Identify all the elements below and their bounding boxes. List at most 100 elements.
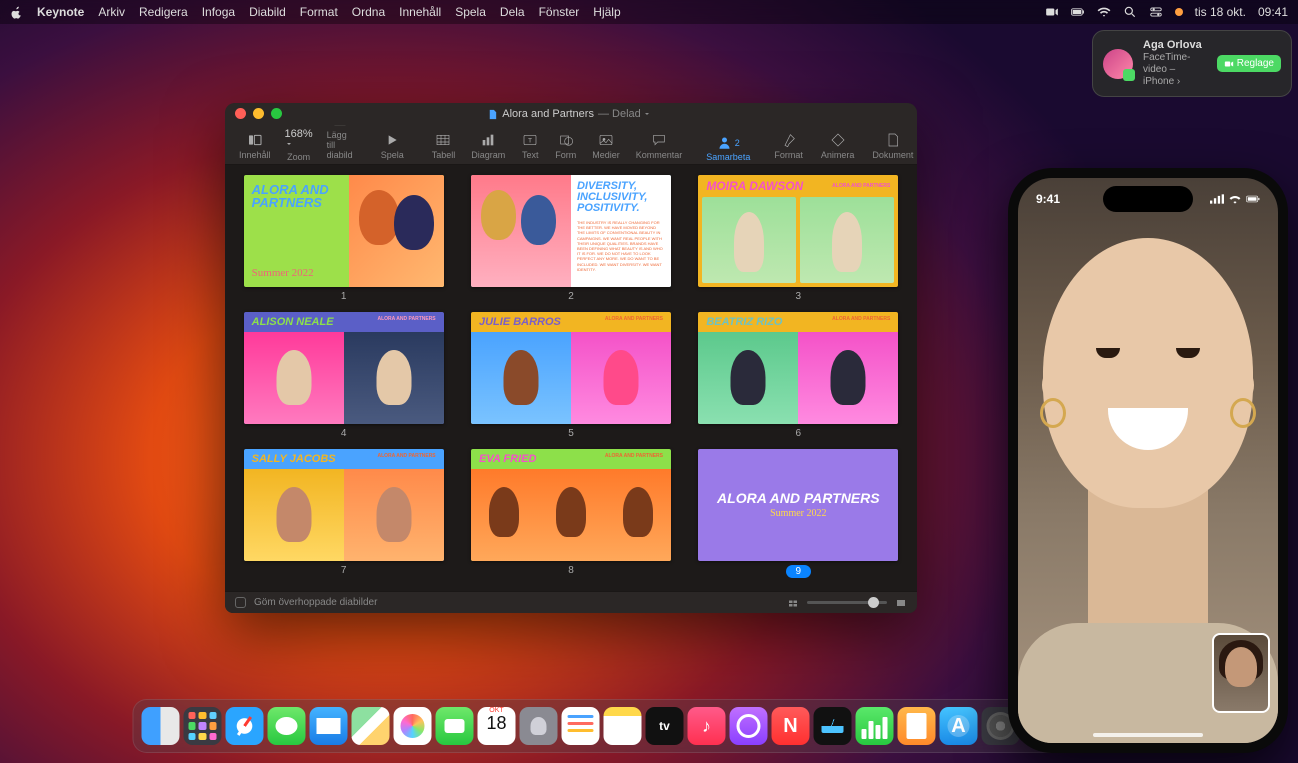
search-icon[interactable] (1123, 5, 1137, 19)
notification-sub: FaceTime-video – iPhone (1143, 52, 1190, 87)
menu-arkiv[interactable]: Arkiv (98, 5, 125, 19)
window-close-button[interactable] (235, 108, 246, 119)
toolbar-chart[interactable]: Diagram (467, 130, 509, 162)
toolbar-animate[interactable]: Animera (817, 130, 859, 162)
skip-label: Göm överhoppade diabilder (254, 597, 377, 608)
toolbar-view[interactable]: Innehåll (235, 130, 275, 162)
iphone-device: 9:41 (1008, 168, 1288, 753)
dock-calendar[interactable]: OKT18 (478, 707, 516, 745)
toolbar-shape[interactable]: Form (551, 130, 580, 162)
dock-mail[interactable] (310, 707, 348, 745)
thumb-small-icon[interactable] (787, 597, 799, 609)
slide-number: 2 (568, 291, 574, 302)
keynote-doc-icon (487, 109, 498, 120)
play-icon (383, 132, 401, 148)
toolbar-media[interactable]: Medier (588, 130, 624, 162)
toolbar-comment[interactable]: Kommentar (632, 130, 687, 162)
toolbar: Innehåll 168% Zoom Lägg till diabild Spe… (225, 125, 917, 165)
menu-app[interactable]: Keynote (37, 5, 84, 19)
dock-stocks[interactable] (814, 707, 852, 745)
skip-checkbox[interactable] (235, 597, 246, 608)
slide-thumbnail[interactable]: BEATRIZ RIZOALORA AND PARTNERS (698, 312, 898, 424)
dock-notes[interactable] (604, 707, 642, 745)
notification-dot-icon (1175, 8, 1183, 16)
shape-icon (557, 132, 575, 148)
window-minimize-button[interactable] (253, 108, 264, 119)
dynamic-island (1103, 186, 1193, 212)
window-maximize-button[interactable] (271, 108, 282, 119)
shared-label[interactable]: Delad (612, 108, 641, 120)
dock-pages[interactable] (898, 707, 936, 745)
slide-thumbnail[interactable]: EVA FRIEDALORA AND PARTNERS (471, 449, 671, 561)
dock-tv[interactable]: tv (646, 707, 684, 745)
battery-icon (1246, 194, 1260, 204)
dock-appstore[interactable] (940, 707, 978, 745)
slide-thumbnail[interactable]: ALORA AND PARTNERSSummer 2022 (244, 175, 444, 287)
dock-maps[interactable] (352, 707, 390, 745)
menu-redigera[interactable]: Redigera (139, 5, 188, 19)
toolbar-collaborate[interactable]: 2 Samarbeta (706, 135, 750, 162)
wifi-icon[interactable] (1097, 5, 1111, 19)
slide-number-selected: 9 (786, 565, 812, 578)
dock-reminders[interactable] (562, 707, 600, 745)
dock-news[interactable]: N (772, 707, 810, 745)
control-center-icon[interactable] (1149, 5, 1163, 19)
toolbar-document[interactable]: Dokument (868, 130, 917, 162)
view-icon (246, 132, 264, 148)
slide-thumbnail[interactable]: DIVERSITY, INCLUSIVITY, POSITIVITY.THE I… (471, 175, 671, 287)
home-indicator[interactable] (1093, 733, 1203, 737)
menu-ordna[interactable]: Ordna (352, 5, 385, 19)
menu-format[interactable]: Format (300, 5, 338, 19)
toolbar-play[interactable]: Spela (377, 130, 408, 162)
slide-thumbnail[interactable]: JULIE BARROSALORA AND PARTNERS (471, 312, 671, 424)
toolbar-text[interactable]: T Text (517, 130, 543, 162)
slide-number: 1 (341, 291, 347, 302)
zoom-select[interactable]: 168% (285, 128, 313, 150)
battery-icon[interactable] (1071, 5, 1085, 19)
dock-facetime[interactable] (436, 707, 474, 745)
person-icon (717, 135, 732, 150)
dock-numbers[interactable] (856, 707, 894, 745)
toolbar-table[interactable]: Tabell (428, 130, 460, 162)
apple-logo-icon[interactable] (10, 6, 23, 19)
slide-thumbnail[interactable]: ALORA AND PARTNERSSummer 2022 (698, 449, 898, 561)
slide-grid[interactable]: ALORA AND PARTNERSSummer 2022 1 DIVERSITY… (225, 165, 917, 591)
thumb-size-slider[interactable] (807, 601, 887, 604)
menu-hjalp[interactable]: Hjälp (593, 5, 620, 19)
menubar-date[interactable]: tis 18 okt. (1195, 5, 1246, 19)
slide-thumbnail[interactable]: ALISON NEALEALORA AND PARTNERS (244, 312, 444, 424)
dock-finder[interactable] (142, 707, 180, 745)
dock-photos[interactable] (394, 707, 432, 745)
facetime-pip[interactable] (1212, 633, 1270, 713)
menu-spela[interactable]: Spela (455, 5, 486, 19)
keynote-window: Alora and Partners — Delad Innehåll 168%… (225, 103, 917, 613)
dock-music[interactable]: ♪ (688, 707, 726, 745)
menu-dela[interactable]: Dela (500, 5, 525, 19)
slide-thumbnail[interactable]: MOIRA DAWSONALORA AND PARTNERS (698, 175, 898, 287)
bottom-bar: Göm överhoppade diabilder (225, 591, 917, 613)
dock-launchpad[interactable] (184, 707, 222, 745)
toolbar-format[interactable]: Format (770, 130, 807, 162)
thumb-large-icon[interactable] (895, 597, 907, 609)
titlebar: Alora and Partners — Delad (225, 103, 917, 125)
signal-icon (1210, 194, 1224, 204)
menu-infoga[interactable]: Infoga (202, 5, 235, 19)
dock-contacts[interactable] (520, 707, 558, 745)
menubar-time[interactable]: 09:41 (1258, 5, 1288, 19)
slide-number: 5 (568, 428, 574, 439)
video-icon (1224, 59, 1234, 69)
table-icon (434, 132, 452, 148)
dock-podcasts[interactable] (730, 707, 768, 745)
menu-innehall[interactable]: Innehåll (399, 5, 441, 19)
chevron-down-icon[interactable] (643, 110, 651, 118)
menu-fonster[interactable]: Fönster (539, 5, 580, 19)
slide-thumbnail[interactable]: SALLY JACOBSALORA AND PARTNERS (244, 449, 444, 561)
facetime-notification[interactable]: Aga Orlova FaceTime-video – iPhone › Reg… (1092, 30, 1292, 97)
facetime-menubar-icon[interactable] (1045, 5, 1059, 19)
avatar (1103, 49, 1133, 79)
notification-button[interactable]: Reglage (1217, 55, 1281, 72)
doc-icon (884, 132, 902, 148)
dock-safari[interactable] (226, 707, 264, 745)
menu-diabild[interactable]: Diabild (249, 5, 286, 19)
dock-messages[interactable] (268, 707, 306, 745)
